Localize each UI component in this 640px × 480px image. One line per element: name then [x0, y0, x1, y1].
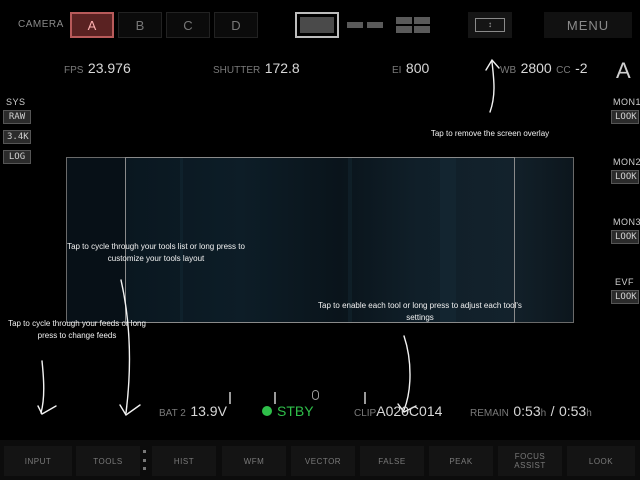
tool-look-button[interactable]: LOOK — [567, 446, 635, 476]
input-button[interactable]: INPUT — [4, 446, 72, 476]
battery-readout: BAT 2 13.9V — [159, 403, 227, 421]
remaining-readout: REMAIN 0:53h / 0:53h — [470, 403, 592, 421]
arrow-head-input — [37, 405, 57, 415]
tool-hist-button[interactable]: HIST — [152, 446, 216, 476]
battery-label: BAT 2 — [159, 408, 186, 419]
tool-focus-assist-button[interactable]: FOCUS ASSIST — [498, 446, 562, 476]
remaining-unit-1: h — [540, 408, 547, 419]
arrow-to-tools — [120, 279, 131, 414]
remaining-value-1: 0:53 — [513, 403, 541, 419]
standby-indicator-icon — [262, 406, 272, 416]
tools-button[interactable]: TOOLS — [76, 446, 140, 476]
tool-peak-button[interactable]: PEAK — [429, 446, 493, 476]
tool-false-button[interactable]: FALSE — [360, 446, 424, 476]
standby-label: STBY — [277, 403, 314, 419]
arrow-to-input — [40, 360, 45, 414]
meter-tick — [229, 392, 231, 404]
tool-wfm-button[interactable]: WFM — [222, 446, 286, 476]
arrow-to-overlay — [489, 61, 495, 113]
clip-readout: CLIPA020C014 — [354, 403, 442, 421]
clip-label: CLIP — [354, 408, 377, 419]
arrow-head-tools — [119, 404, 141, 417]
record-status[interactable]: STBY — [262, 403, 314, 419]
remaining-unit-2: h — [586, 408, 592, 419]
remaining-label: REMAIN — [470, 408, 509, 419]
tool-vector-button[interactable]: VECTOR — [291, 446, 355, 476]
arrow-to-tool-settings — [403, 335, 411, 411]
battery-value: 13.9 — [190, 403, 218, 419]
drag-handle-icon[interactable] — [143, 450, 147, 470]
clip-value: A020C014 — [376, 403, 443, 419]
remaining-separator: / — [550, 403, 555, 419]
meter-marker-icon — [312, 390, 319, 400]
battery-unit: V — [217, 403, 227, 419]
remaining-value-2: 0:53 — [558, 403, 587, 419]
